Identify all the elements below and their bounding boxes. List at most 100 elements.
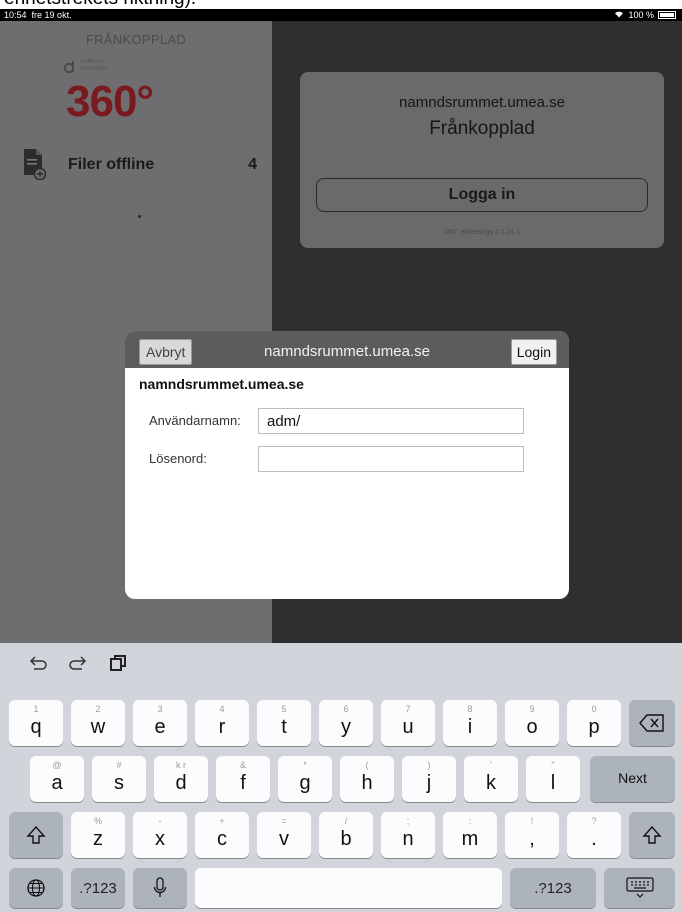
shift-key-left[interactable] [9,812,63,858]
key-char: g [299,772,311,794]
key-f[interactable]: & f [216,756,270,802]
paste-icon[interactable] [106,651,130,675]
key-alt: 0 [591,704,597,714]
key-period[interactable]: ?. [567,812,621,858]
redo-icon[interactable] [66,651,90,675]
numbers-key-right[interactable]: .?123 [510,868,596,908]
logo-360: 360° [66,77,154,126]
key-m[interactable]: :m [443,812,497,858]
key-alt: & [239,760,246,770]
key-a[interactable]: @ a [30,756,84,802]
key-char: x [155,828,165,850]
offline-files-label: Filer offline [68,156,155,173]
dialog-header: Avbryt namndsrummet.umea.se Login [125,331,569,368]
key-r[interactable]: 4r [195,700,249,746]
key-t[interactable]: 5t [257,700,311,746]
key-w[interactable]: 2w [71,700,125,746]
key-p[interactable]: 0p [567,700,621,746]
key-alt: ? [591,816,597,826]
key-char: l [550,772,556,794]
key-b[interactable]: / b [319,812,373,858]
key-alt: 8 [467,704,473,714]
key-alt: 9 [529,704,535,714]
shift-key-right[interactable] [629,812,675,858]
username-field[interactable] [258,408,524,434]
hide-keyboard-key[interactable] [604,868,675,908]
ipad-screen: 10:54 fre 19 okt. 100 % FRÅNKOPPLAD Soft… [0,9,682,912]
key-c[interactable]: + c [195,812,249,858]
key-char: a [51,772,63,794]
battery-percent: 100 % [628,10,654,20]
key-char: , [529,828,535,850]
key-alt: : [468,816,472,826]
key-z[interactable]: % z [71,812,125,858]
key-y[interactable]: 6y [319,700,373,746]
key-q[interactable]: 1q [9,700,63,746]
numbers-label: .?123 [534,880,572,897]
password-field[interactable] [258,446,524,472]
key-char: z [93,828,103,850]
key-n[interactable]: ; n [381,812,435,858]
dictation-key[interactable] [133,868,187,908]
next-key[interactable]: Next [590,756,675,802]
key-s[interactable]: # s [92,756,146,802]
key-char: j [426,772,432,794]
key-alt: ) [427,760,431,770]
battery-icon [658,11,676,19]
key-alt: 3 [157,704,163,714]
globe-icon [27,879,45,897]
key-char: u [402,716,414,738]
key-alt: * [303,760,307,770]
offline-files-count: 4 [248,156,257,173]
key-i[interactable]: 8i [443,700,497,746]
key-char: n [402,828,414,850]
key-char: s [114,772,124,794]
shift-icon [642,825,662,844]
connection-status-card: namndsrummet.umea.se Frånkopplad Logga i… [300,72,664,248]
globe-key[interactable] [9,868,63,908]
username-label: Användarnamn: [149,413,241,428]
key-char: p [588,716,600,738]
key-g[interactable]: * g [278,756,332,802]
key-x[interactable]: -x [133,812,187,858]
key-d[interactable]: k r d [154,756,208,802]
key-h[interactable]: (h [340,756,394,802]
space-key[interactable] [195,868,502,908]
app-version: 360° eMeetings 4.1.24.1 [444,229,520,236]
time-text: 10:54 [4,10,27,20]
key-u[interactable]: 7u [381,700,435,746]
key-alt: = [281,816,287,826]
login-button[interactable]: Login [510,339,557,365]
onscreen-keyboard: 1q 2w 3e 4r 5t 6y 7u 8i 9o 0p @ a # s k rd… [0,643,682,912]
connection-status: Frånkopplad [429,118,535,139]
key-alt: " [551,760,555,770]
password-label: Lösenord: [149,451,207,466]
key-char: f [240,772,246,794]
key-k[interactable]: ' k [464,756,518,802]
server-name: namndsrummet.umea.se [399,94,565,111]
date-text: fre 19 okt. [31,10,72,20]
sidebar-item-offline-files[interactable]: Filer offline 4 [22,148,262,184]
offline-label: FRÅNKOPPLAD [85,32,187,47]
logga-in-button[interactable]: Logga in [316,178,648,212]
software-innovation-logo-icon [63,60,77,74]
key-e[interactable]: 3e [133,700,187,746]
key-alt: 5 [281,704,287,714]
key-alt: k r [176,760,186,770]
key-alt: % [93,816,102,826]
logo-small-text: Software Innovation [80,59,108,73]
key-comma[interactable]: !, [505,812,559,858]
key-char: d [175,772,187,794]
undo-icon[interactable] [26,651,50,675]
backspace-icon [639,714,664,732]
key-char: y [341,716,351,738]
key-j[interactable]: ) j [402,756,456,802]
key-alt: # [116,760,122,770]
key-l[interactable]: " l [526,756,580,802]
key-v[interactable]: = v [257,812,311,858]
key-o[interactable]: 9o [505,700,559,746]
numbers-key-left[interactable]: .?123 [71,868,125,908]
backspace-key[interactable] [629,700,675,746]
key-alt: 4 [219,704,225,714]
key-alt: ' [490,760,492,770]
